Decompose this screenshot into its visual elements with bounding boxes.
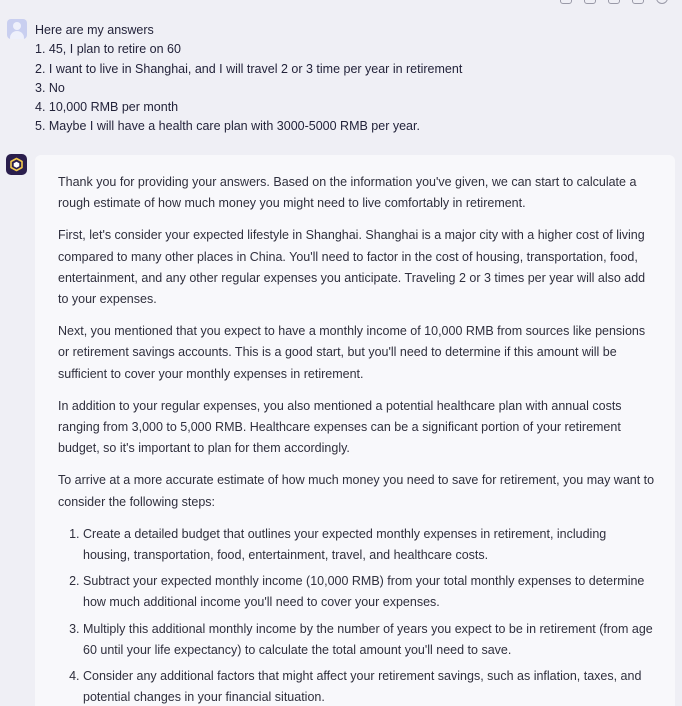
list-item: Subtract your expected monthly income (1… [83, 571, 655, 613]
bot-paragraph: Thank you for providing your answers. Ba… [58, 175, 637, 211]
bot-message: Thank you for providing your answers. Ba… [35, 155, 675, 706]
steps-list: Create a detailed budget that outlines y… [58, 524, 655, 706]
user-avatar-icon [7, 19, 27, 39]
user-message-line: Here are my answers [35, 23, 154, 37]
chat-page: Here are my answers 1. 45, I plan to ret… [0, 0, 682, 706]
user-message-line: 5. Maybe I will have a health care plan … [35, 119, 420, 134]
user-message-line: 4. 10,000 RMB per month [35, 100, 179, 115]
bot-paragraph: To arrive at a more accurate estimate of… [58, 473, 655, 509]
user-message: Here are my answers 1. 45, I plan to ret… [0, 0, 682, 145]
list-item: Multiply this additional monthly income … [83, 619, 655, 661]
user-message-line: 3. No [35, 80, 65, 95]
bot-paragraph: Next, you mentioned that you expect to h… [58, 324, 646, 381]
user-message-text: Here are my answers 1. 45, I plan to ret… [35, 21, 462, 137]
bot-logo-icon [6, 154, 27, 175]
user-message-line: 2. I want to live in Shanghai, and I wil… [35, 61, 463, 76]
bot-paragraph: In addition to your regular expenses, yo… [58, 398, 622, 456]
bot-paragraph: First, let's consider your expected life… [58, 228, 646, 307]
user-message-line: 1. 45, I plan to retire on 60 [35, 42, 181, 57]
list-item: Consider any additional factors that mig… [83, 666, 655, 706]
list-item: Create a detailed budget that outlines y… [83, 524, 655, 566]
